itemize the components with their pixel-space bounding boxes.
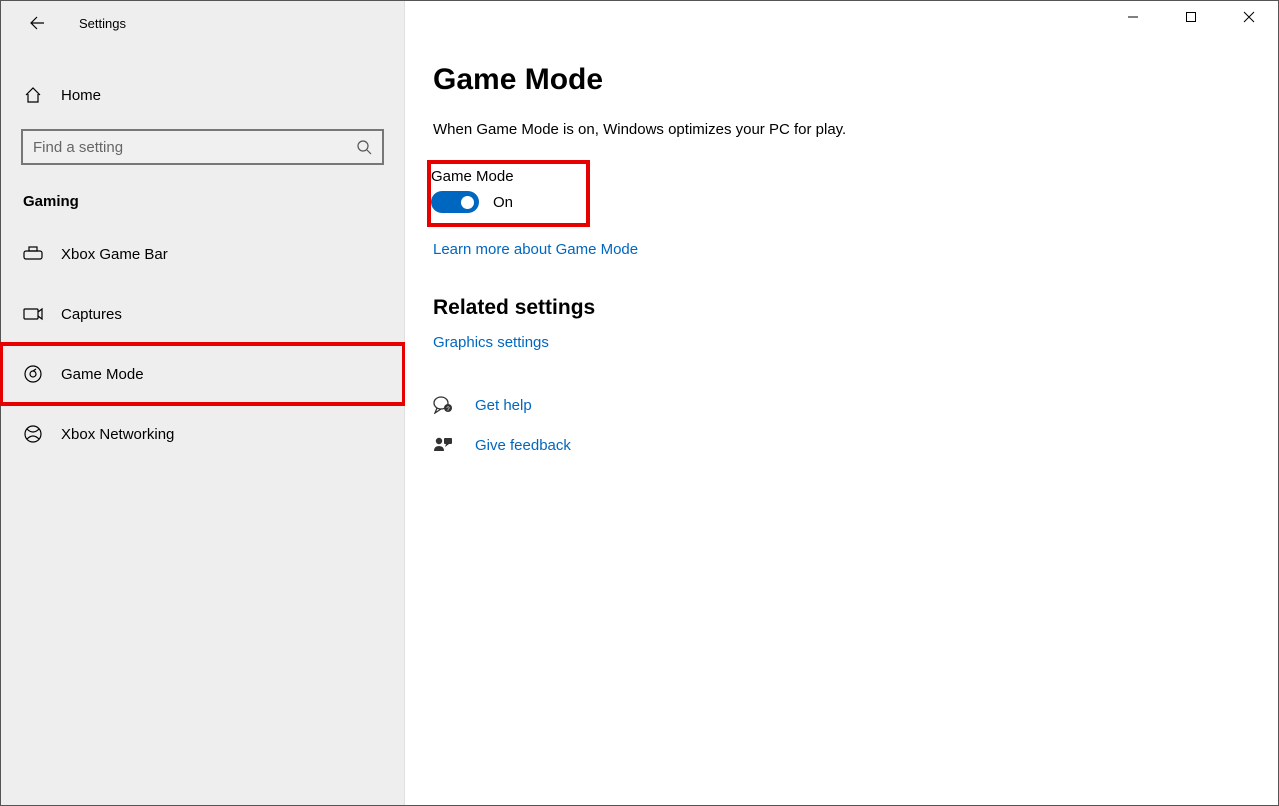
- close-button[interactable]: [1220, 1, 1278, 33]
- close-icon: [1243, 11, 1255, 23]
- minimize-icon: [1127, 11, 1139, 23]
- search-icon: [356, 139, 372, 155]
- home-icon: [23, 85, 43, 105]
- sidebar-item-label: Captures: [61, 306, 122, 323]
- content: Game Mode When Game Mode is on, Windows …: [405, 1, 1278, 455]
- give-feedback-link[interactable]: Give feedback: [475, 437, 571, 454]
- toggle-state: On: [493, 194, 513, 211]
- sidebar-item-label: Xbox Networking: [61, 426, 174, 443]
- window-controls: [1104, 1, 1278, 33]
- sidebar-item-xbox-game-bar[interactable]: Xbox Game Bar: [1, 224, 404, 284]
- toggle-label: Game Mode: [431, 168, 514, 185]
- back-button[interactable]: [25, 11, 49, 35]
- page-description: When Game Mode is on, Windows optimizes …: [433, 121, 1238, 138]
- search-input[interactable]: [33, 139, 356, 156]
- sidebar-category: Gaming: [1, 169, 404, 224]
- search-box[interactable]: [21, 129, 384, 165]
- sidebar-item-xbox-networking[interactable]: Xbox Networking: [1, 404, 404, 464]
- game-mode-toggle-block: Game Mode On: [431, 164, 586, 223]
- sidebar-item-label: Xbox Game Bar: [61, 246, 168, 263]
- sidebar-item-label: Game Mode: [61, 366, 144, 383]
- titlebar: Settings: [1, 1, 404, 45]
- xbox-networking-icon: [23, 424, 43, 444]
- home-label: Home: [61, 87, 101, 104]
- maximize-icon: [1185, 11, 1197, 23]
- game-mode-icon: [23, 364, 43, 384]
- main-pane: Game Mode When Game Mode is on, Windows …: [405, 1, 1278, 805]
- page-title: Game Mode: [433, 63, 1238, 97]
- back-arrow-icon: [29, 15, 45, 31]
- maximize-button[interactable]: [1162, 1, 1220, 33]
- game-mode-toggle[interactable]: [431, 191, 479, 213]
- sidebar-item-game-mode[interactable]: Game Mode: [1, 344, 404, 404]
- get-help-row: ? Get help: [433, 395, 1238, 415]
- get-help-link[interactable]: Get help: [475, 397, 532, 414]
- sidebar-home[interactable]: Home: [1, 73, 404, 117]
- toggle-knob: [461, 196, 474, 209]
- captures-icon: [23, 304, 43, 324]
- sidebar: Settings Home Gaming Xbox Game Bar: [1, 1, 405, 805]
- help-icon: ?: [433, 395, 453, 415]
- minimize-button[interactable]: [1104, 1, 1162, 33]
- give-feedback-row: Give feedback: [433, 435, 1238, 455]
- settings-window: Settings Home Gaming Xbox Game Bar: [1, 1, 1278, 805]
- learn-more-link[interactable]: Learn more about Game Mode: [433, 241, 638, 258]
- toggle-row: On: [431, 191, 514, 213]
- titlebar-text: Settings: [79, 16, 126, 31]
- graphics-settings-link[interactable]: Graphics settings: [433, 334, 549, 351]
- related-settings-title: Related settings: [433, 296, 1238, 320]
- search-container: [1, 117, 404, 169]
- feedback-icon: [433, 435, 453, 455]
- game-bar-icon: [23, 244, 43, 264]
- sidebar-item-captures[interactable]: Captures: [1, 284, 404, 344]
